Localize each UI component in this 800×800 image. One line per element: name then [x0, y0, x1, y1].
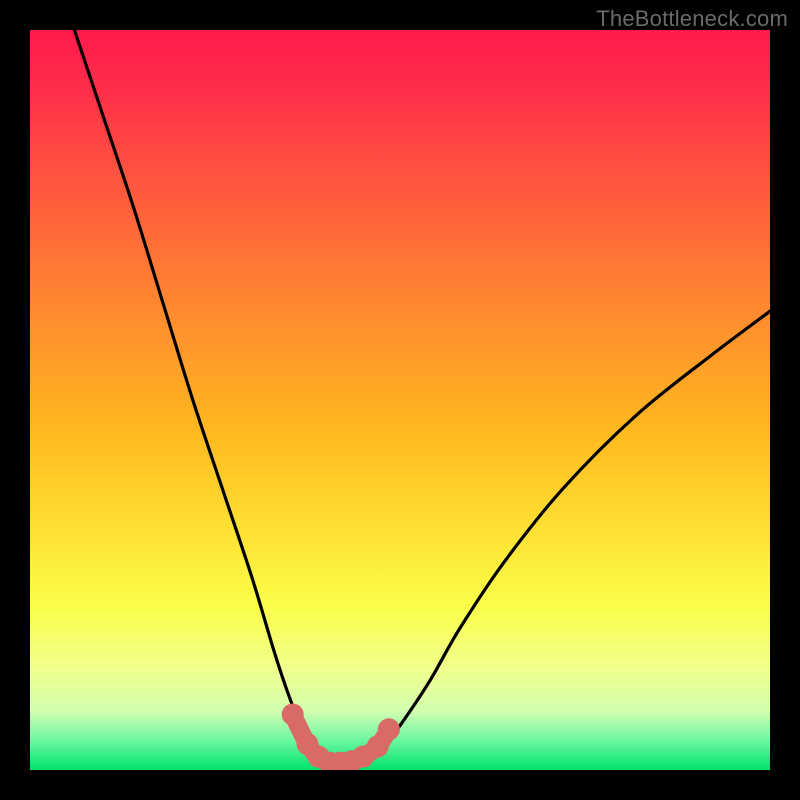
plot-area	[30, 30, 770, 770]
chart-svg	[30, 30, 770, 770]
watermark-text: TheBottleneck.com	[596, 6, 788, 32]
sweet-spot-dot	[378, 718, 400, 740]
sweet-spot-markers	[282, 704, 400, 771]
bottleneck-curve	[74, 30, 770, 763]
sweet-spot-dot	[282, 704, 304, 726]
